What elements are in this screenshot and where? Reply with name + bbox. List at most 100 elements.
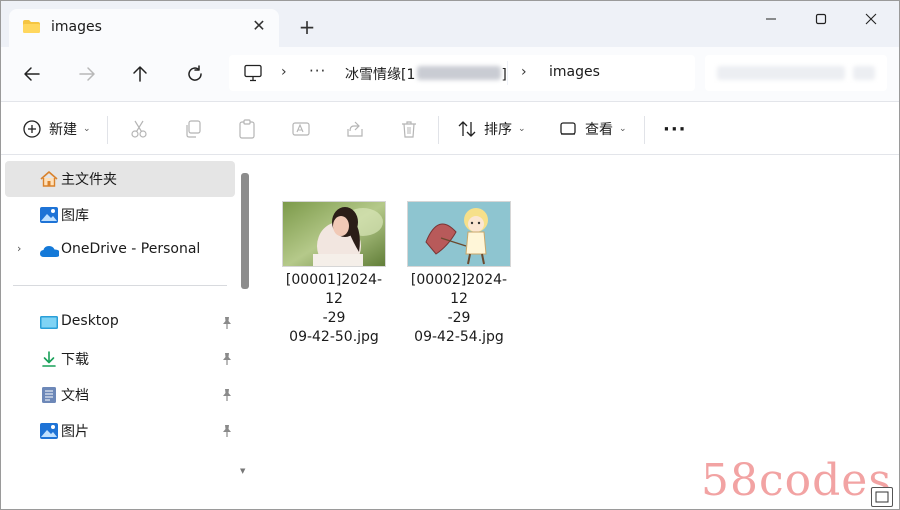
toolbar-divider bbox=[107, 116, 108, 144]
view-label: 查看 bbox=[585, 122, 613, 138]
rename-icon bbox=[290, 118, 312, 140]
rename-button[interactable] bbox=[290, 116, 312, 142]
title-bar: images ✕ + bbox=[1, 1, 899, 47]
sidebar-scrollbar[interactable] bbox=[241, 173, 249, 289]
details-view-icon bbox=[875, 491, 889, 503]
new-label: 新建 bbox=[49, 122, 77, 138]
onedrive-icon bbox=[39, 242, 59, 260]
close-window-button[interactable] bbox=[849, 7, 893, 31]
download-icon bbox=[39, 350, 59, 368]
back-button[interactable] bbox=[19, 61, 45, 87]
sidebar-item-pictures[interactable]: 图片 bbox=[5, 413, 235, 449]
navigation-bar: › ··· 冰雪情缘[1] › images bbox=[1, 47, 899, 101]
cut-button[interactable] bbox=[128, 116, 150, 142]
file-explorer-window: images ✕ + › ··· 冰雪情缘[1] › images 新建 ⌄ … bbox=[0, 0, 900, 510]
chevron-right-icon[interactable]: › bbox=[17, 242, 21, 255]
sidebar-item-label: 下载 bbox=[61, 352, 89, 368]
search-input[interactable] bbox=[705, 55, 887, 91]
delete-button[interactable] bbox=[398, 116, 420, 142]
sort-button[interactable]: 排序 ⌄ bbox=[456, 116, 526, 142]
scroll-down-icon[interactable]: ▼ bbox=[240, 467, 245, 475]
breadcrumb-current[interactable]: images bbox=[549, 64, 600, 80]
refresh-button[interactable] bbox=[182, 61, 208, 87]
share-button[interactable] bbox=[344, 116, 366, 142]
sidebar-item-label: 主文件夹 bbox=[61, 172, 117, 188]
layout-toggle-button[interactable] bbox=[871, 487, 893, 507]
file-name: [00001]2024-12 -29 09-42-50.jpg bbox=[279, 271, 389, 347]
file-item[interactable]: [00002]2024-12 -29 09-42-54.jpg bbox=[404, 201, 514, 347]
close-tab-icon[interactable]: ✕ bbox=[249, 16, 269, 36]
navigation-pane: 主文件夹 图库 › OneDrive - Personal Desktop 下载… bbox=[1, 155, 255, 485]
sidebar-divider bbox=[13, 285, 227, 286]
pin-icon[interactable] bbox=[221, 352, 233, 370]
address-bar[interactable]: › ··· 冰雪情缘[1] › images bbox=[229, 55, 695, 91]
folder-icon bbox=[23, 20, 40, 33]
sidebar-item-label: 图片 bbox=[61, 424, 89, 440]
this-pc-icon bbox=[244, 64, 262, 82]
toolbar-divider bbox=[438, 116, 439, 144]
search-icon bbox=[853, 66, 875, 80]
breadcrumb-parent-label: 冰雪情缘[1 bbox=[345, 67, 416, 83]
breadcrumb-chevron-icon[interactable]: › bbox=[281, 64, 287, 80]
file-name-line: -29 bbox=[447, 310, 471, 326]
clipboard-icon bbox=[236, 118, 258, 140]
file-list: [00001]2024-12 -29 09-42-50.jpg [00002]2… bbox=[255, 155, 899, 485]
maximize-icon bbox=[815, 13, 827, 25]
copy-icon bbox=[182, 118, 204, 140]
view-button[interactable]: 查看 ⌄ bbox=[557, 116, 627, 142]
minimize-button[interactable] bbox=[749, 7, 793, 31]
file-item[interactable]: [00001]2024-12 -29 09-42-50.jpg bbox=[279, 201, 389, 347]
command-bar: 新建 ⌄ 排序 ⌄ 查看 ⌄ ··· bbox=[1, 101, 899, 155]
gallery-icon bbox=[39, 206, 59, 224]
image-thumbnail bbox=[407, 201, 511, 267]
chevron-down-icon: ⌄ bbox=[619, 124, 627, 134]
sidebar-item-label: OneDrive - Personal bbox=[61, 241, 201, 257]
tab-images[interactable]: images ✕ bbox=[9, 9, 279, 47]
pictures-icon bbox=[39, 422, 59, 440]
paste-button[interactable] bbox=[236, 116, 258, 142]
breadcrumb-overflow-button[interactable]: ··· bbox=[309, 62, 326, 80]
more-options-button[interactable]: ··· bbox=[663, 116, 687, 142]
refresh-icon bbox=[188, 65, 202, 81]
sidebar-item-desktop[interactable]: Desktop bbox=[5, 305, 235, 341]
new-button[interactable]: 新建 ⌄ bbox=[21, 116, 91, 142]
sidebar-item-documents[interactable]: 文档 bbox=[5, 377, 235, 413]
file-name-line: 09-42-50.jpg bbox=[289, 329, 379, 345]
breadcrumb-parent[interactable]: 冰雪情缘[1] bbox=[345, 64, 507, 84]
sidebar-item-gallery[interactable]: 图库 bbox=[5, 197, 235, 233]
sidebar-item-label: Desktop bbox=[61, 313, 119, 329]
sort-icon bbox=[456, 118, 478, 140]
sidebar-item-downloads[interactable]: 下载 bbox=[5, 341, 235, 377]
file-name-line: -29 bbox=[322, 310, 346, 326]
maximize-button[interactable] bbox=[799, 7, 843, 31]
pin-icon[interactable] bbox=[221, 316, 233, 334]
sidebar-item-label: 图库 bbox=[61, 208, 89, 224]
toolbar-divider bbox=[644, 116, 645, 144]
arrow-up-icon bbox=[133, 66, 147, 82]
arrow-right-icon bbox=[79, 67, 95, 81]
share-icon bbox=[344, 118, 366, 140]
trash-icon bbox=[398, 118, 420, 140]
breadcrumb-chevron-icon[interactable]: › bbox=[521, 64, 527, 80]
sidebar-item-onedrive[interactable]: › OneDrive - Personal bbox=[5, 233, 235, 269]
pin-icon[interactable] bbox=[221, 424, 233, 442]
up-button[interactable] bbox=[127, 61, 153, 87]
document-icon bbox=[39, 386, 59, 404]
plus-circle-icon bbox=[21, 118, 43, 140]
pin-icon[interactable] bbox=[221, 388, 233, 406]
forward-button[interactable] bbox=[74, 61, 100, 87]
minimize-icon bbox=[766, 18, 776, 20]
scissors-icon bbox=[128, 118, 150, 140]
copy-button[interactable] bbox=[182, 116, 204, 142]
file-name-line: [00002]2024-12 bbox=[410, 272, 508, 307]
home-icon bbox=[39, 170, 59, 188]
chevron-down-icon: ⌄ bbox=[518, 124, 526, 134]
sidebar-item-home[interactable]: 主文件夹 bbox=[5, 161, 235, 197]
chevron-down-icon: ⌄ bbox=[83, 124, 91, 134]
arrow-left-icon bbox=[24, 67, 40, 81]
new-tab-button[interactable]: + bbox=[297, 17, 317, 37]
sidebar-item-label: 文档 bbox=[61, 388, 89, 404]
view-icon bbox=[557, 118, 579, 140]
image-thumbnail bbox=[282, 201, 386, 267]
redacted-search-text bbox=[717, 66, 845, 80]
